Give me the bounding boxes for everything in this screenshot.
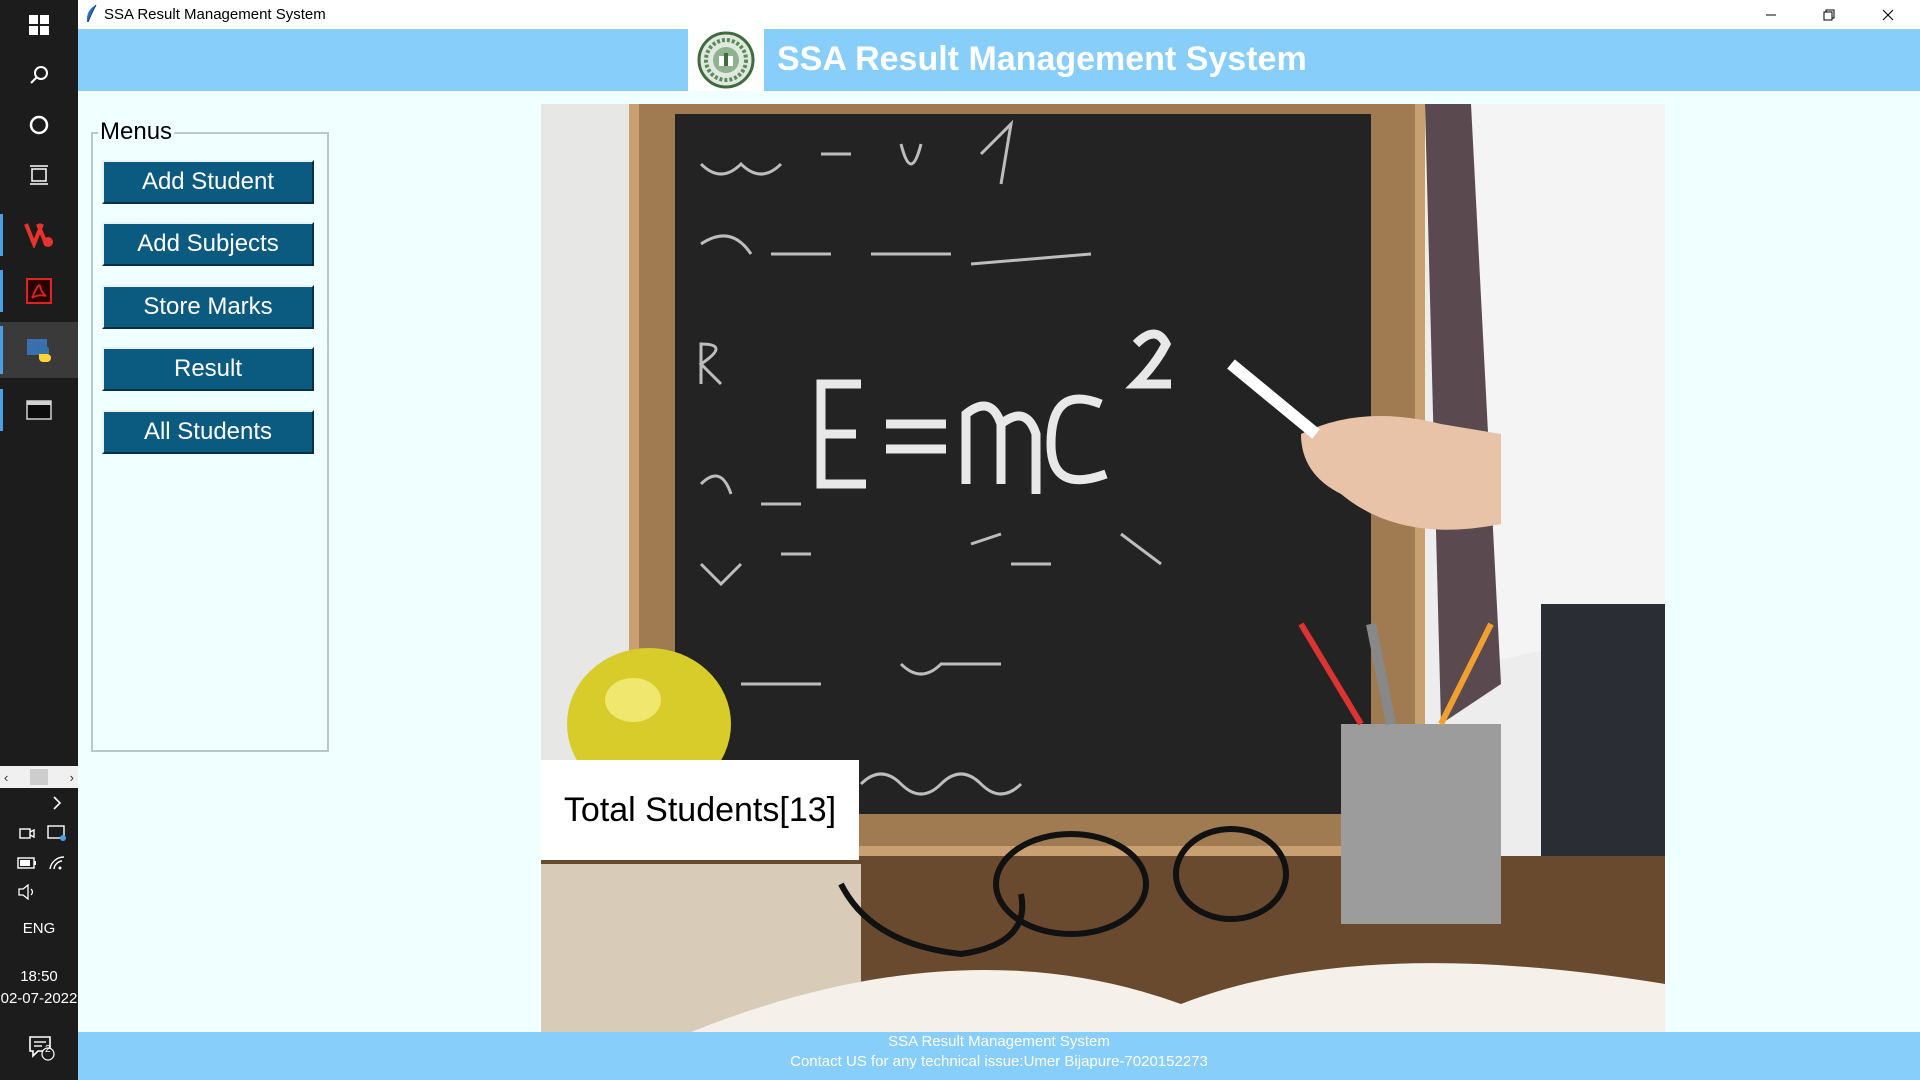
window-title: SSA Result Management System	[104, 6, 326, 23]
camera-tray-button[interactable]	[16, 822, 38, 844]
taskbar-app-pdf[interactable]	[0, 266, 78, 316]
scrollbar-thumb[interactable]	[30, 769, 48, 785]
chevron-right-icon[interactable]: ›	[70, 770, 74, 785]
close-button[interactable]	[1859, 0, 1917, 29]
camera-icon	[19, 828, 35, 839]
menus-label: Menus	[98, 118, 175, 146]
running-indicator	[0, 389, 3, 431]
result-button[interactable]: Result	[102, 347, 314, 391]
search-button[interactable]	[0, 50, 78, 100]
footer-contact: Contact US for any technical issue:Umer …	[790, 1053, 1208, 1070]
volume-icon	[18, 884, 34, 900]
wifi-icon	[49, 856, 65, 870]
task-view-icon	[30, 165, 48, 185]
total-students-label: Total Students[13]	[541, 760, 859, 860]
python-idle-icon	[27, 339, 51, 362]
chalkboard-photo	[541, 104, 1665, 1032]
volume-tray-button[interactable]	[16, 881, 38, 903]
running-indicator	[0, 326, 3, 374]
taskbar-app-terminal[interactable]	[0, 385, 78, 435]
taskbar-app-vivaldi[interactable]	[0, 210, 78, 260]
store-marks-button[interactable]: Store Marks	[102, 285, 314, 329]
add-subjects-button[interactable]: Add Subjects	[102, 222, 314, 266]
taskbar: ‹ › ENG 18:50 02-07-2022 2	[0, 0, 78, 1080]
title-bar[interactable]: SSA Result Management System	[78, 0, 1920, 29]
battery-icon	[17, 857, 36, 869]
running-indicator	[0, 214, 3, 256]
windows-start-button[interactable]	[0, 0, 78, 50]
vivaldi-icon	[24, 223, 53, 248]
input-language[interactable]: ENG	[0, 920, 78, 937]
battery-tray-button[interactable]	[16, 852, 38, 874]
remote-desktop-tray-button[interactable]	[46, 822, 68, 844]
chevron-left-icon[interactable]: ‹	[4, 770, 8, 785]
action-center-button[interactable]: 2	[26, 1032, 56, 1062]
footer-title: SSA Result Management System	[888, 1033, 1110, 1050]
all-students-button[interactable]: All Students	[102, 410, 314, 454]
minimize-icon	[1766, 14, 1776, 15]
search-icon	[30, 66, 48, 84]
cortana-button[interactable]	[0, 100, 78, 150]
pdf-reader-icon	[26, 278, 52, 304]
restore-button[interactable]	[1800, 0, 1858, 29]
app-title: SSA Result Management System	[777, 40, 1307, 78]
close-icon	[1882, 9, 1894, 20]
restore-icon	[1823, 9, 1835, 20]
add-student-button[interactable]: Add Student	[102, 160, 314, 204]
app-header: SSA Result Management System	[78, 29, 1920, 91]
chevron-right-icon	[53, 796, 62, 810]
cortana-icon	[29, 115, 49, 135]
task-view-button[interactable]	[0, 150, 78, 200]
dashboard-image	[541, 104, 1665, 1032]
clock-time[interactable]: 18:50	[0, 968, 78, 985]
taskbar-scrollbar[interactable]: ‹ ›	[0, 766, 78, 788]
school-seal-icon	[697, 31, 755, 89]
clock-date[interactable]: 02-07-2022	[0, 990, 78, 1007]
taskbar-app-python[interactable]	[0, 322, 78, 378]
app-footer: SSA Result Management System Contact US …	[78, 1032, 1920, 1080]
tk-feather-icon	[86, 4, 97, 23]
terminal-icon	[26, 400, 52, 420]
logo	[688, 29, 764, 91]
show-hidden-icons-button[interactable]	[46, 792, 68, 814]
remote-desktop-icon	[47, 825, 66, 841]
wifi-tray-button[interactable]	[46, 852, 68, 874]
app-window: SSA Result Management System SSA Result …	[78, 0, 1920, 1080]
notification-count: 2	[45, 1044, 51, 1055]
windows-start-icon	[29, 15, 49, 35]
minimize-button[interactable]	[1742, 0, 1800, 29]
running-indicator	[0, 270, 3, 312]
